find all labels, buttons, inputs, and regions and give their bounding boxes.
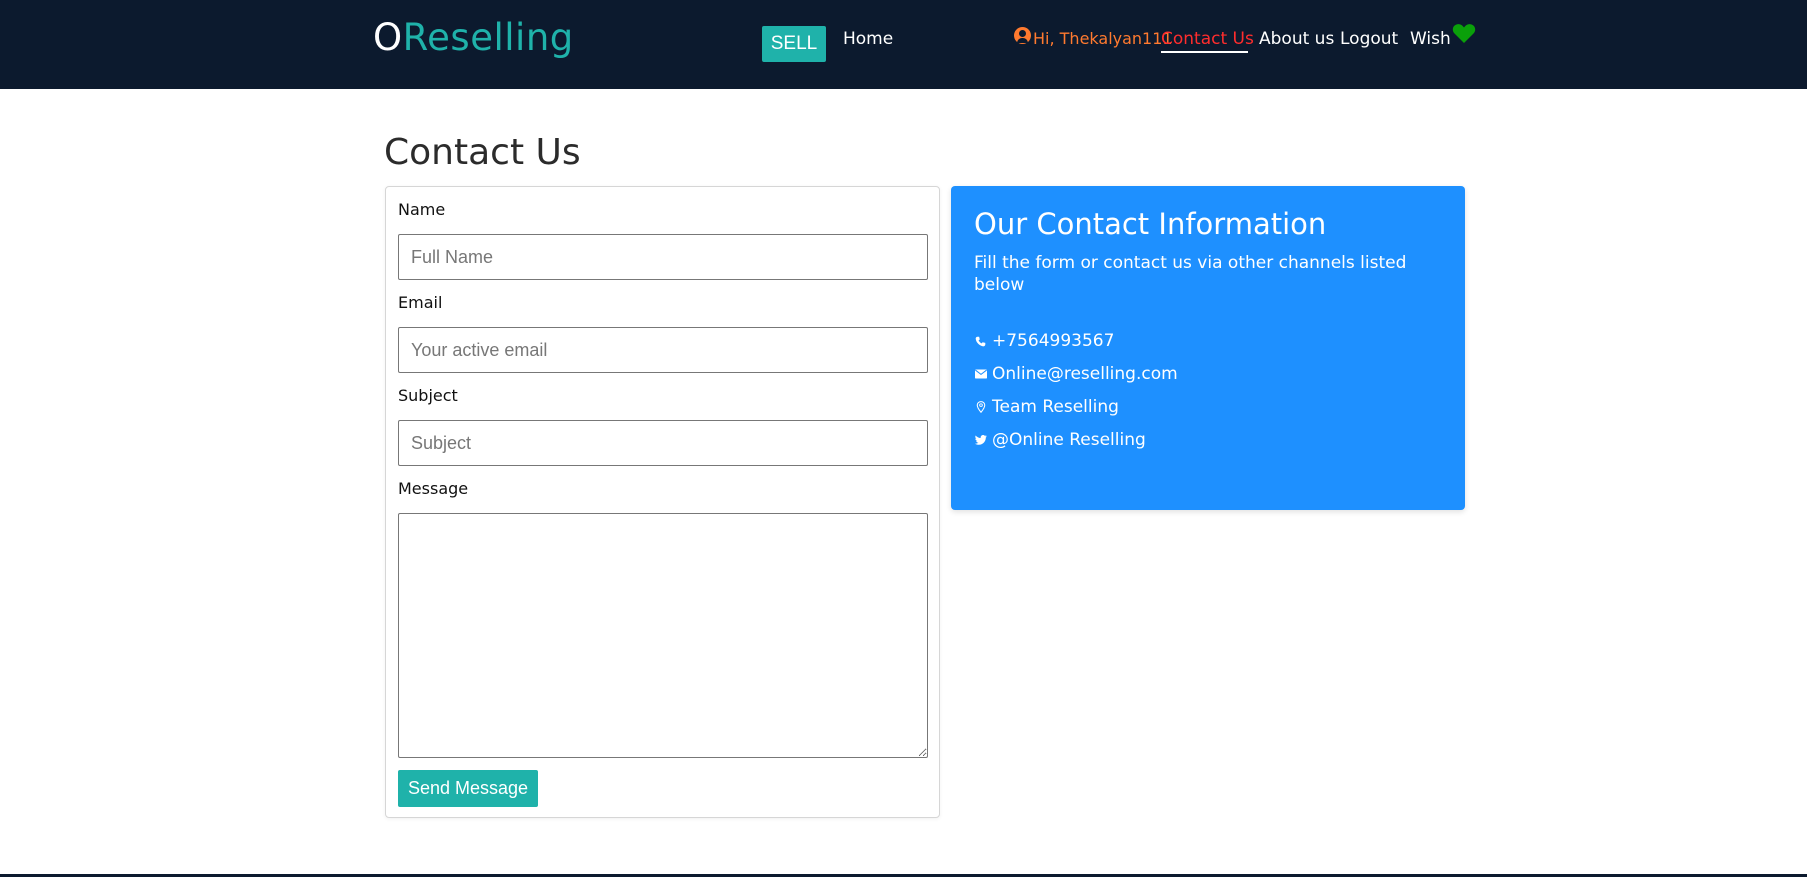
nav-about-link[interactable]: About us	[1259, 27, 1334, 51]
send-message-button[interactable]: Send Message	[398, 770, 538, 807]
contact-location-text: Team Reselling	[992, 397, 1119, 417]
contact-info-card: Our Contact Information Fill the form or…	[951, 186, 1465, 510]
contact-email[interactable]: Online@reselling.com	[974, 362, 1178, 386]
contact-twitter[interactable]: @Online Reselling	[974, 428, 1146, 452]
active-link-underline	[1161, 51, 1248, 53]
email-input[interactable]	[398, 327, 928, 373]
nav-contact-link[interactable]: Contact Us	[1161, 27, 1254, 51]
nav-home-link[interactable]: Home	[843, 27, 893, 51]
name-label: Name	[398, 200, 446, 219]
message-textarea[interactable]	[398, 513, 928, 758]
heart-icon	[1452, 23, 1476, 51]
page-title: Contact Us	[384, 132, 581, 173]
subject-input[interactable]	[398, 420, 928, 466]
user-greeting-text: Hi, Thekalyan111	[1033, 29, 1173, 48]
phone-icon	[974, 335, 987, 348]
contact-phone-text: +7564993567	[992, 331, 1115, 351]
contact-info-title: Our Contact Information	[974, 207, 1327, 241]
brand-logo-o: O	[373, 16, 403, 59]
contact-phone[interactable]: +7564993567	[974, 329, 1114, 353]
sell-button[interactable]: SELL	[762, 26, 826, 62]
nav-user-greeting[interactable]: Hi, Thekalyan111	[1014, 26, 1173, 51]
wish-label: Wish	[1410, 29, 1451, 49]
contact-twitter-text: @Online Reselling	[992, 430, 1146, 450]
brand-logo-text: Reselling	[402, 16, 574, 59]
envelope-icon	[974, 368, 987, 381]
brand-logo[interactable]: OReselling	[373, 14, 574, 62]
navbar: OReselling SELL Home Hi, Thekalyan111 Co…	[0, 0, 1807, 89]
subject-label: Subject	[398, 386, 458, 405]
user-circle-icon	[1014, 26, 1031, 44]
nav-wish-link[interactable]: Wish	[1410, 24, 1476, 51]
map-pin-icon	[974, 401, 987, 414]
message-label: Message	[398, 479, 469, 498]
twitter-icon	[974, 434, 987, 447]
name-input[interactable]	[398, 234, 928, 280]
nav-logout-link[interactable]: Logout	[1340, 27, 1398, 51]
contact-form: Name Email Subject Message Send Message	[385, 186, 940, 818]
contact-email-text: Online@reselling.com	[992, 364, 1178, 384]
contact-location[interactable]: Team Reselling	[974, 395, 1119, 419]
contact-info-subtitle: Fill the form or contact us via other ch…	[974, 253, 1407, 295]
email-label: Email	[398, 293, 443, 312]
